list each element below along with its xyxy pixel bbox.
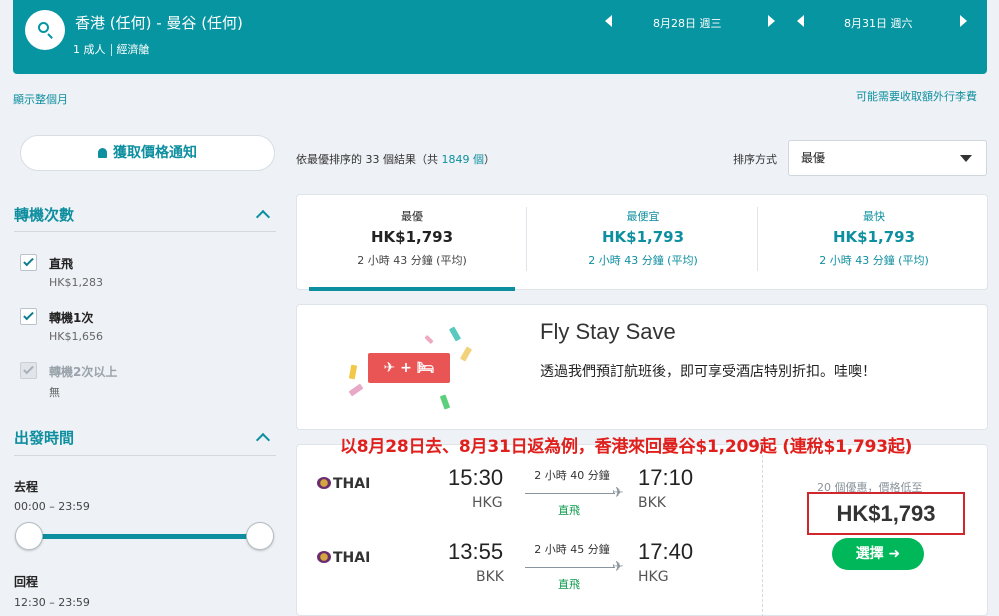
airline-outbound: THAI	[317, 476, 370, 492]
search-summary-bar[interactable]: 香港 (任何) - 曼谷 (任何) 1 成人 經濟艙 8月28日 週三 8月31日…	[13, 0, 987, 74]
sort-selected-value: 最優	[801, 151, 826, 165]
fly-stay-save-promo[interactable]: ✈ + 🛏 Fly Stay Save 透過我們預訂航班後，即可享受酒店特別折扣…	[296, 304, 988, 430]
return-date[interactable]: 8月31日 週六	[844, 15, 913, 31]
check-icon	[23, 363, 34, 375]
promo-text: 透過我們預訂航班後，即可享受酒店特別折扣。哇噢！	[540, 364, 876, 380]
stops-direct-label: 直飛	[49, 257, 74, 271]
thai-airways-logo-icon	[317, 477, 331, 489]
depart-date-next-icon[interactable]	[768, 15, 775, 27]
stops-two-plus-checkbox[interactable]	[20, 362, 37, 379]
check-icon	[23, 255, 34, 267]
select-flight-button[interactable]: 選擇 ➜	[832, 538, 924, 570]
outbound-arrive-code: BKK	[638, 495, 666, 511]
price-alert-label: 獲取價格通知	[113, 145, 197, 161]
passenger-cabin-info[interactable]: 1 成人 經濟艙	[73, 41, 150, 57]
outbound-depart-time: 15:30	[448, 465, 504, 490]
inbound-arrive-code: HKG	[638, 569, 669, 585]
results-total: 1849 個	[441, 153, 485, 166]
inbound-depart-time: 13:55	[448, 539, 504, 564]
promo-title: Fly Stay Save	[540, 319, 676, 344]
cabin-text: 經濟艙	[116, 43, 150, 56]
stops-direct-checkbox[interactable]	[20, 254, 37, 271]
chevron-up-icon[interactable]	[255, 432, 271, 448]
return-time-range: 12:30 – 23:59	[14, 596, 90, 609]
flight-price: HK$1,793	[807, 492, 965, 535]
price-annotation: 以8月28日去、8月31日返為例，香港來回曼谷$1,209起 (連稅$1,793…	[340, 437, 913, 457]
tab-fastest[interactable]: 最快 HK$1,793 2 小時 43 分鐘 (平均)	[759, 195, 989, 291]
outbound-stops: 直飛	[558, 504, 580, 517]
outbound-time-range: 00:00 – 23:59	[14, 500, 90, 513]
outbound-arrive-time: 17:10	[638, 465, 694, 490]
search-icon	[38, 22, 49, 33]
depart-date-prev-icon[interactable]	[605, 15, 612, 27]
plane-icon: ✈	[612, 559, 624, 575]
depart-date[interactable]: 8月28日 週三	[653, 15, 722, 31]
chevron-up-icon[interactable]	[255, 209, 271, 225]
departure-times-title[interactable]: 出發時間	[14, 427, 74, 448]
outbound-slider-end-handle[interactable]	[246, 522, 274, 550]
active-tab-indicator	[309, 287, 515, 291]
airline-inbound: THAI	[317, 550, 370, 566]
bell-icon	[98, 148, 107, 158]
return-date-prev-icon[interactable]	[797, 15, 804, 27]
tab-best[interactable]: 最優 HK$1,793 2 小時 43 分鐘 (平均)	[297, 195, 527, 291]
stops-two-plus-price: 無	[49, 386, 60, 399]
outbound-time-slider[interactable]	[28, 534, 260, 539]
price-alert-button[interactable]: 獲取價格通知	[20, 135, 275, 171]
sort-tabs: 最優 HK$1,793 2 小時 43 分鐘 (平均) 最便宜 HK$1,793…	[296, 194, 989, 291]
stops-one-price: HK$1,656	[49, 330, 103, 343]
route-text[interactable]: 香港 (任何) - 曼谷 (任何)	[75, 12, 243, 33]
flight-result-card[interactable]: THAI 15:30 HKG 2 小時 40 分鐘 ✈ 直飛 17:10 BKK…	[296, 444, 988, 616]
sort-select[interactable]: 最優	[788, 140, 987, 176]
outbound-depart-code: HKG	[472, 495, 503, 511]
plane-icon: ✈	[612, 485, 624, 501]
show-whole-month-link[interactable]: 顯示整個月	[13, 91, 68, 107]
baggage-fees-link[interactable]: 可能需要收取額外行李費	[856, 88, 977, 104]
stops-direct-price: HK$1,283	[49, 276, 103, 289]
inbound-arrive-time: 17:40	[638, 539, 694, 564]
passengers-text: 1 成人	[73, 43, 106, 56]
stops-one-checkbox[interactable]	[20, 308, 37, 325]
stops-filter-title[interactable]: 轉機次數	[14, 204, 74, 225]
outbound-time-label: 去程	[14, 480, 39, 494]
stops-two-plus-label: 轉機2次以上	[49, 365, 118, 379]
flight-hotel-icon: ✈ + 🛏	[368, 353, 450, 383]
search-button[interactable]	[25, 10, 65, 50]
results-summary: 依最優排序的 33 個結果（共 1849 個）	[296, 153, 495, 166]
stops-one-label: 轉機1次	[49, 311, 94, 325]
inbound-depart-code: BKK	[476, 569, 504, 585]
inbound-duration: 2 小時 45 分鐘	[534, 543, 610, 556]
sort-label: 排序方式	[733, 153, 777, 166]
return-time-label: 回程	[14, 575, 39, 589]
inbound-stops: 直飛	[558, 578, 580, 591]
outbound-slider-start-handle[interactable]	[15, 522, 43, 550]
thai-airways-logo-icon	[317, 551, 331, 563]
return-date-next-icon[interactable]	[960, 15, 967, 27]
caret-down-icon	[960, 155, 972, 162]
tab-cheapest[interactable]: 最便宜 HK$1,793 2 小時 43 分鐘 (平均)	[528, 195, 758, 291]
check-icon	[23, 309, 34, 321]
outbound-duration: 2 小時 40 分鐘	[534, 469, 610, 482]
